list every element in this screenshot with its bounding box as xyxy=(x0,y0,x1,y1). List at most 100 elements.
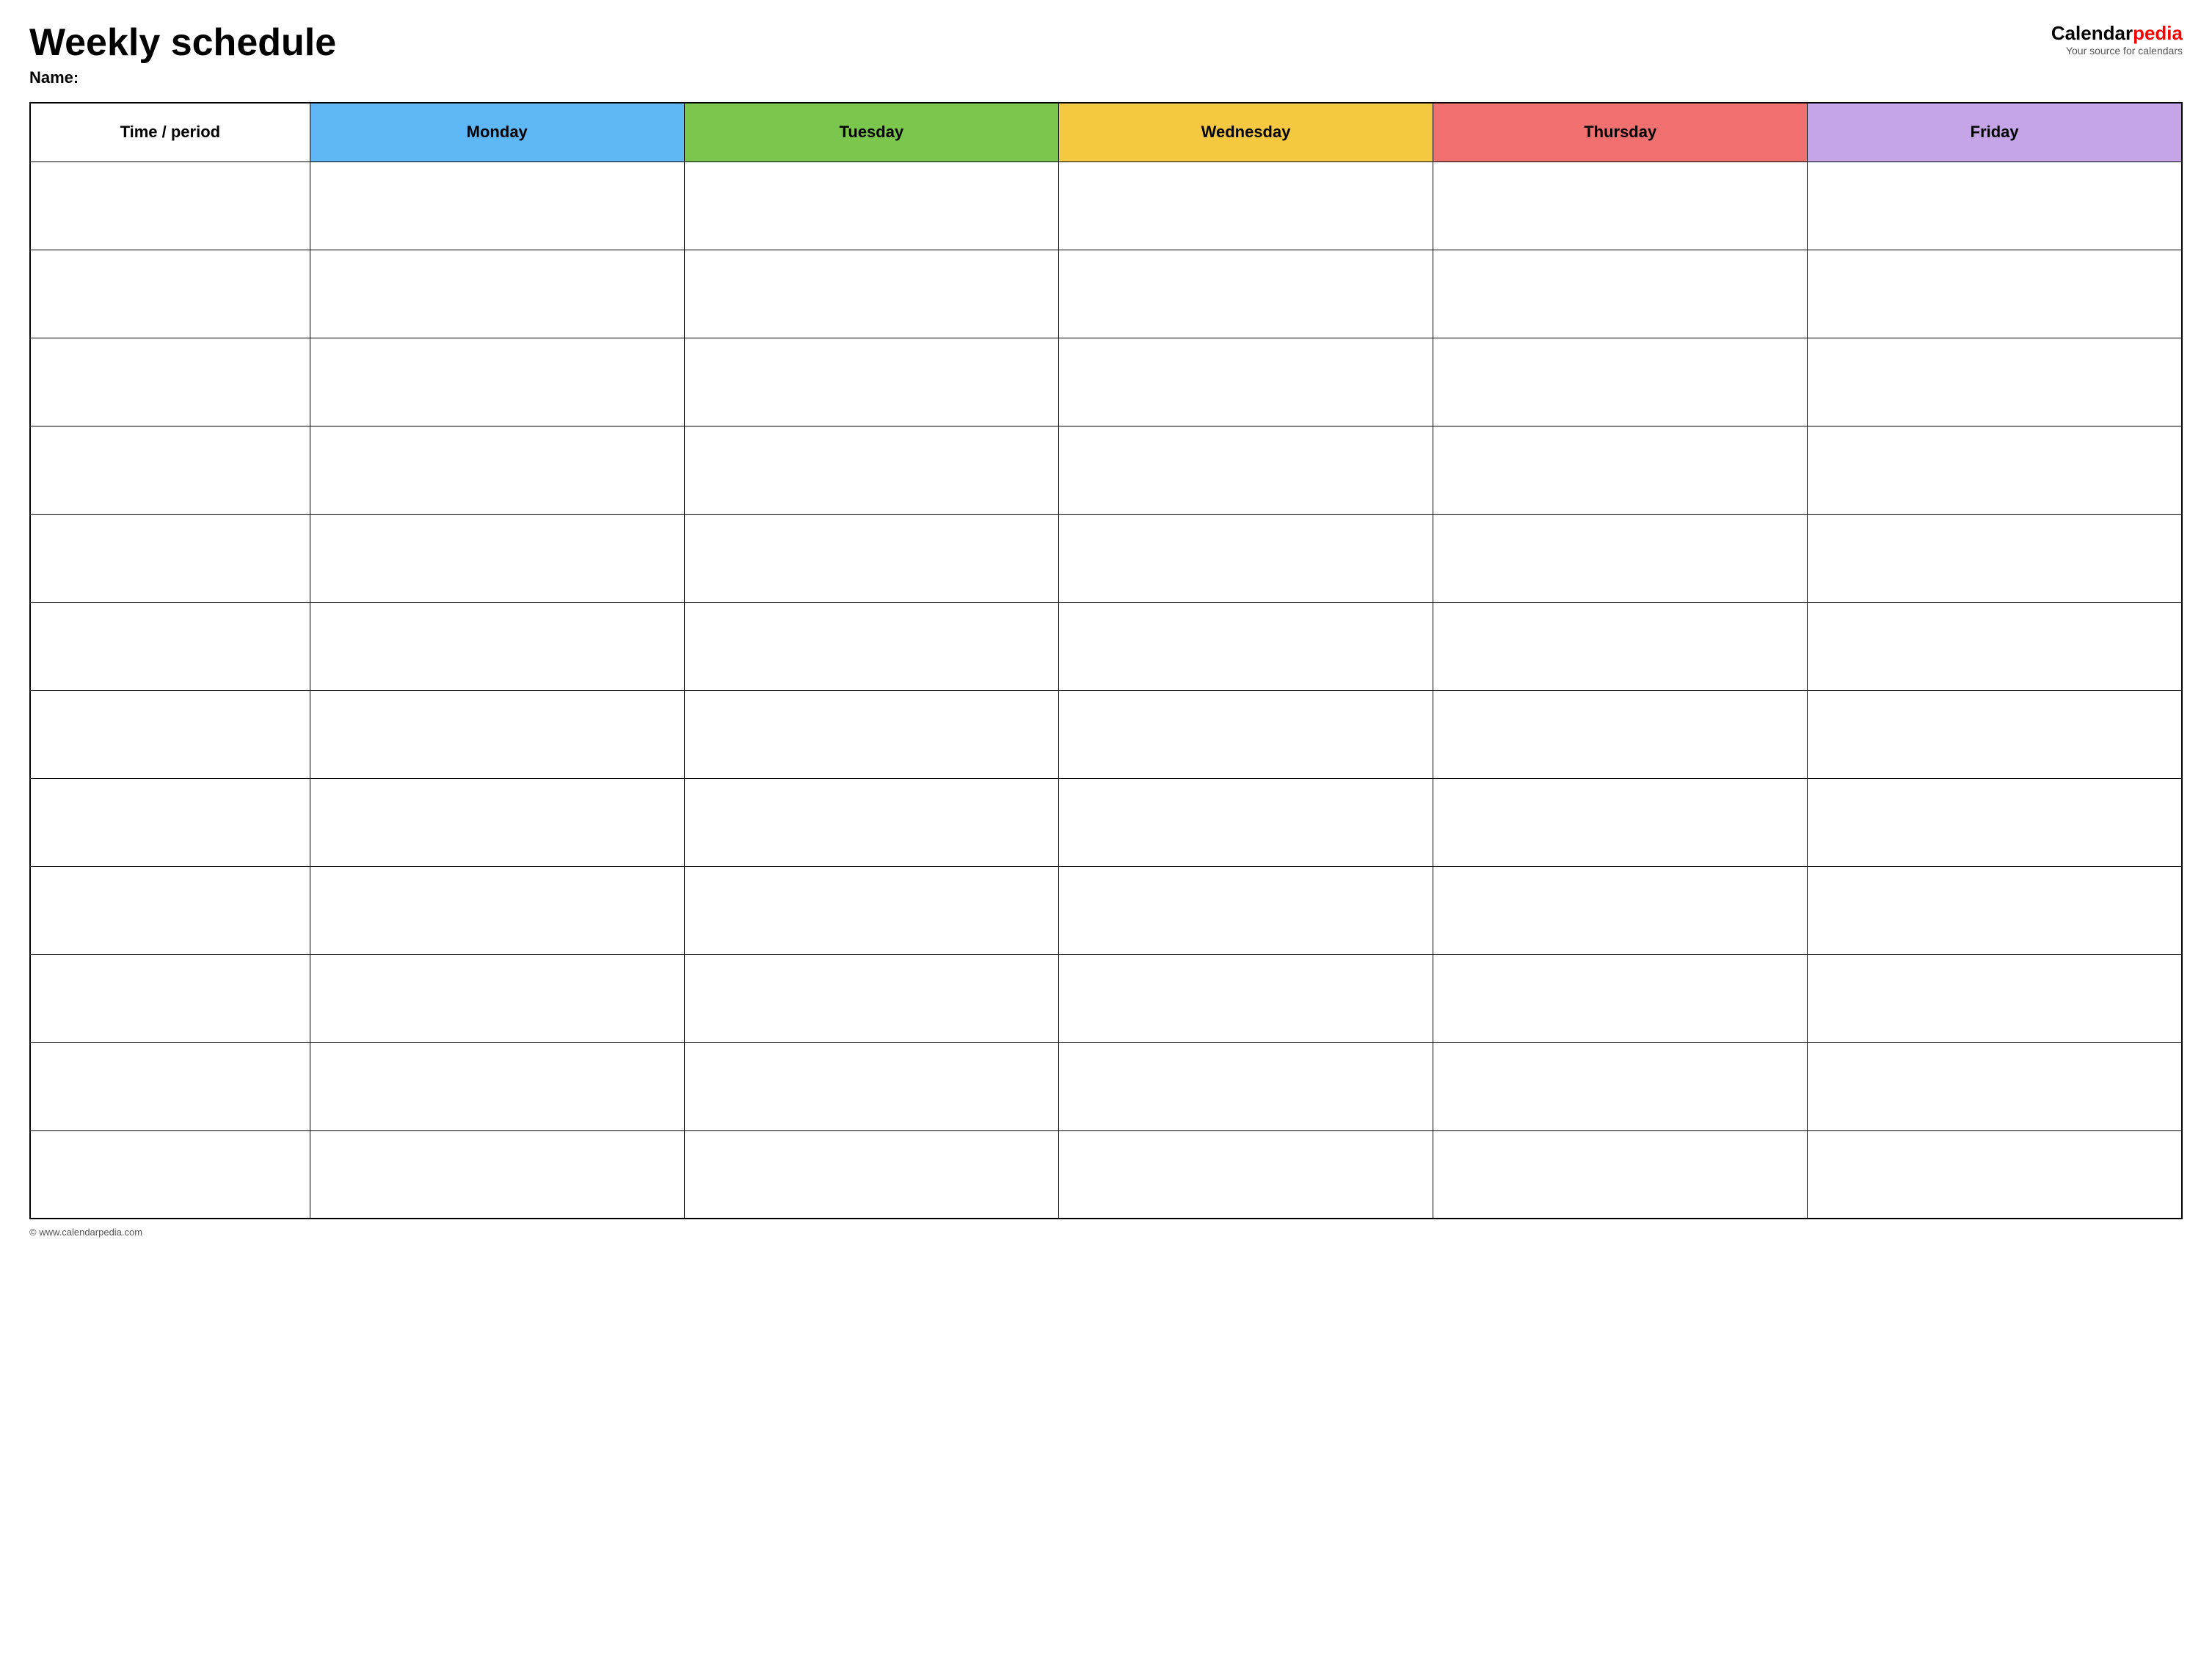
schedule-cell[interactable] xyxy=(684,954,1058,1042)
schedule-cell[interactable] xyxy=(310,1042,684,1130)
schedule-cell[interactable] xyxy=(1808,250,2182,338)
schedule-cell[interactable] xyxy=(310,250,684,338)
schedule-cell[interactable] xyxy=(310,866,684,954)
table-row xyxy=(30,514,2182,602)
schedule-cell[interactable] xyxy=(1058,1130,1433,1219)
schedule-cell[interactable] xyxy=(1808,426,2182,514)
schedule-cell[interactable] xyxy=(1433,338,1808,426)
schedule-cell[interactable] xyxy=(310,161,684,250)
logo-subtitle: Your source for calendars xyxy=(2066,45,2183,57)
schedule-cell[interactable] xyxy=(1808,690,2182,778)
schedule-cell[interactable] xyxy=(1058,514,1433,602)
page-header: Weekly schedule Name: Calendarpedia Your… xyxy=(29,22,2183,87)
logo-section: Calendarpedia Your source for calendars xyxy=(2051,22,2183,57)
schedule-cell[interactable] xyxy=(1433,778,1808,866)
schedule-cell[interactable] xyxy=(1433,954,1808,1042)
schedule-cell[interactable] xyxy=(310,426,684,514)
table-row xyxy=(30,1130,2182,1219)
schedule-cell[interactable] xyxy=(310,954,684,1042)
schedule-cell[interactable] xyxy=(1433,514,1808,602)
schedule-cell[interactable] xyxy=(1808,514,2182,602)
schedule-cell[interactable] xyxy=(1058,426,1433,514)
time-cell[interactable] xyxy=(30,514,310,602)
schedule-cell[interactable] xyxy=(1433,690,1808,778)
schedule-cell[interactable] xyxy=(684,514,1058,602)
page-title: Weekly schedule xyxy=(29,22,336,64)
col-time: Time / period xyxy=(30,103,310,161)
schedule-cell[interactable] xyxy=(310,602,684,690)
table-row xyxy=(30,161,2182,250)
time-cell[interactable] xyxy=(30,954,310,1042)
schedule-cell[interactable] xyxy=(1808,1042,2182,1130)
schedule-cell[interactable] xyxy=(1808,602,2182,690)
footer: © www.calendarpedia.com xyxy=(29,1227,2183,1238)
schedule-cell[interactable] xyxy=(1808,778,2182,866)
logo-calendar: Calendar xyxy=(2051,22,2133,44)
schedule-cell[interactable] xyxy=(1058,866,1433,954)
schedule-cell[interactable] xyxy=(1433,1042,1808,1130)
schedule-cell[interactable] xyxy=(1808,1130,2182,1219)
schedule-cell[interactable] xyxy=(310,338,684,426)
time-cell[interactable] xyxy=(30,1130,310,1219)
table-header-row: Time / period Monday Tuesday Wednesday T… xyxy=(30,103,2182,161)
schedule-cell[interactable] xyxy=(1058,250,1433,338)
table-row xyxy=(30,1042,2182,1130)
time-cell[interactable] xyxy=(30,1042,310,1130)
schedule-cell[interactable] xyxy=(684,1130,1058,1219)
footer-url: © www.calendarpedia.com xyxy=(29,1227,142,1238)
schedule-cell[interactable] xyxy=(1808,866,2182,954)
schedule-cell[interactable] xyxy=(1058,602,1433,690)
schedule-cell[interactable] xyxy=(1058,778,1433,866)
schedule-cell[interactable] xyxy=(1433,250,1808,338)
schedule-cell[interactable] xyxy=(684,250,1058,338)
schedule-cell[interactable] xyxy=(1433,161,1808,250)
schedule-cell[interactable] xyxy=(684,1042,1058,1130)
time-cell[interactable] xyxy=(30,778,310,866)
schedule-cell[interactable] xyxy=(684,690,1058,778)
schedule-cell[interactable] xyxy=(310,778,684,866)
title-section: Weekly schedule Name: xyxy=(29,22,336,87)
table-row xyxy=(30,866,2182,954)
col-friday: Friday xyxy=(1808,103,2182,161)
schedule-cell[interactable] xyxy=(1058,338,1433,426)
schedule-cell[interactable] xyxy=(684,866,1058,954)
table-row xyxy=(30,690,2182,778)
schedule-cell[interactable] xyxy=(310,1130,684,1219)
schedule-cell[interactable] xyxy=(684,426,1058,514)
schedule-cell[interactable] xyxy=(1058,1042,1433,1130)
schedule-cell[interactable] xyxy=(684,778,1058,866)
schedule-cell[interactable] xyxy=(1433,602,1808,690)
schedule-cell[interactable] xyxy=(310,514,684,602)
schedule-cell[interactable] xyxy=(1808,161,2182,250)
schedule-cell[interactable] xyxy=(1058,161,1433,250)
table-row xyxy=(30,250,2182,338)
schedule-cell[interactable] xyxy=(684,161,1058,250)
time-cell[interactable] xyxy=(30,161,310,250)
table-row xyxy=(30,426,2182,514)
time-cell[interactable] xyxy=(30,866,310,954)
schedule-cell[interactable] xyxy=(1433,1130,1808,1219)
schedule-cell[interactable] xyxy=(310,690,684,778)
time-cell[interactable] xyxy=(30,602,310,690)
schedule-cell[interactable] xyxy=(1433,866,1808,954)
col-wednesday: Wednesday xyxy=(1058,103,1433,161)
schedule-cell[interactable] xyxy=(1433,426,1808,514)
col-thursday: Thursday xyxy=(1433,103,1808,161)
schedule-cell[interactable] xyxy=(684,602,1058,690)
schedule-cell[interactable] xyxy=(1808,954,2182,1042)
time-cell[interactable] xyxy=(30,690,310,778)
time-cell[interactable] xyxy=(30,338,310,426)
table-row xyxy=(30,954,2182,1042)
schedule-cell[interactable] xyxy=(1058,954,1433,1042)
schedule-cell[interactable] xyxy=(1058,690,1433,778)
table-row xyxy=(30,778,2182,866)
schedule-cell[interactable] xyxy=(1808,338,2182,426)
col-tuesday: Tuesday xyxy=(684,103,1058,161)
time-cell[interactable] xyxy=(30,250,310,338)
name-label: Name: xyxy=(29,68,336,87)
logo-pedia: pedia xyxy=(2133,22,2183,44)
table-row xyxy=(30,602,2182,690)
time-cell[interactable] xyxy=(30,426,310,514)
schedule-cell[interactable] xyxy=(684,338,1058,426)
schedule-table: Time / period Monday Tuesday Wednesday T… xyxy=(29,102,2183,1219)
